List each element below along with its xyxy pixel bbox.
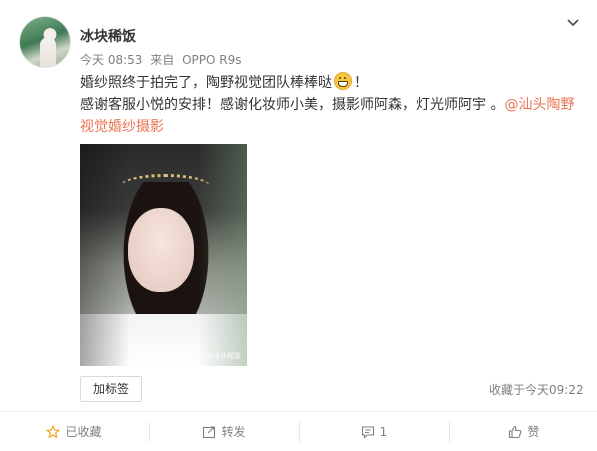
post-text-line2: 感谢客服小悦的安排！感谢化妆师小美，摄影师阿森，灯光师阿宇 。@汕头陶野 (80, 94, 580, 116)
text-line1-after: ！ (354, 75, 368, 91)
source-prefix: 来自 (150, 53, 175, 67)
avatar[interactable] (19, 16, 71, 68)
like-label: 赞 (527, 425, 540, 439)
post-photo[interactable]: @冰块稀饭 (80, 144, 247, 366)
comment-icon (361, 425, 374, 439)
add-tag-button[interactable]: 加标签 (80, 376, 142, 402)
text-line1: 婚纱照终于拍完了，陶野视觉团队棒棒哒 (80, 75, 332, 91)
favorite-label: 已收藏 (65, 425, 102, 439)
comment-count: 1 (379, 424, 388, 439)
repost-label: 转发 (221, 425, 246, 439)
avatar-figure (40, 37, 56, 67)
like-button[interactable]: 赞 (450, 412, 597, 451)
post-text: 婚纱照终于拍完了，陶野视觉团队棒棒哒 ！ 感谢客服小悦的安排！感谢化妆师小美，摄影… (80, 72, 580, 138)
mention-link[interactable]: @汕头陶野 (504, 97, 574, 113)
comment-button[interactable]: 1 (300, 412, 448, 451)
source-device[interactable]: OPPO R9s (182, 53, 241, 67)
grin-emoji-icon (334, 72, 352, 90)
mention-link-continued[interactable]: 视觉婚纱摄影 (80, 116, 580, 138)
weibo-card: 冰块稀饭 今天 08:53 来自 OPPO R9s 婚纱照终于拍完了，陶野视觉团… (0, 0, 597, 451)
username[interactable]: 冰块稀饭 (80, 26, 136, 46)
favorite-button[interactable]: 已收藏 (0, 412, 148, 451)
photo-shading (80, 144, 247, 366)
repost-icon (203, 425, 216, 438)
thumbs-up-icon (509, 425, 522, 438)
chevron-down-icon[interactable] (566, 16, 580, 30)
photo-watermark: @冰块稀饭 (206, 352, 241, 360)
text-line2: 感谢客服小悦的安排！感谢化妆师小美，摄影师阿森，灯光师阿宇 。 (80, 97, 505, 113)
post-time[interactable]: 今天 08:53 (80, 53, 142, 67)
favorited-time: 收藏于今天09:22 (489, 383, 584, 397)
post-meta: 今天 08:53 来自 OPPO R9s (80, 51, 245, 68)
star-icon (46, 424, 61, 438)
post-text-line1: 婚纱照终于拍完了，陶野视觉团队棒棒哒 ！ (80, 72, 580, 94)
action-bar: 已收藏 转发 1 赞 (0, 412, 597, 451)
repost-button[interactable]: 转发 (150, 412, 298, 451)
